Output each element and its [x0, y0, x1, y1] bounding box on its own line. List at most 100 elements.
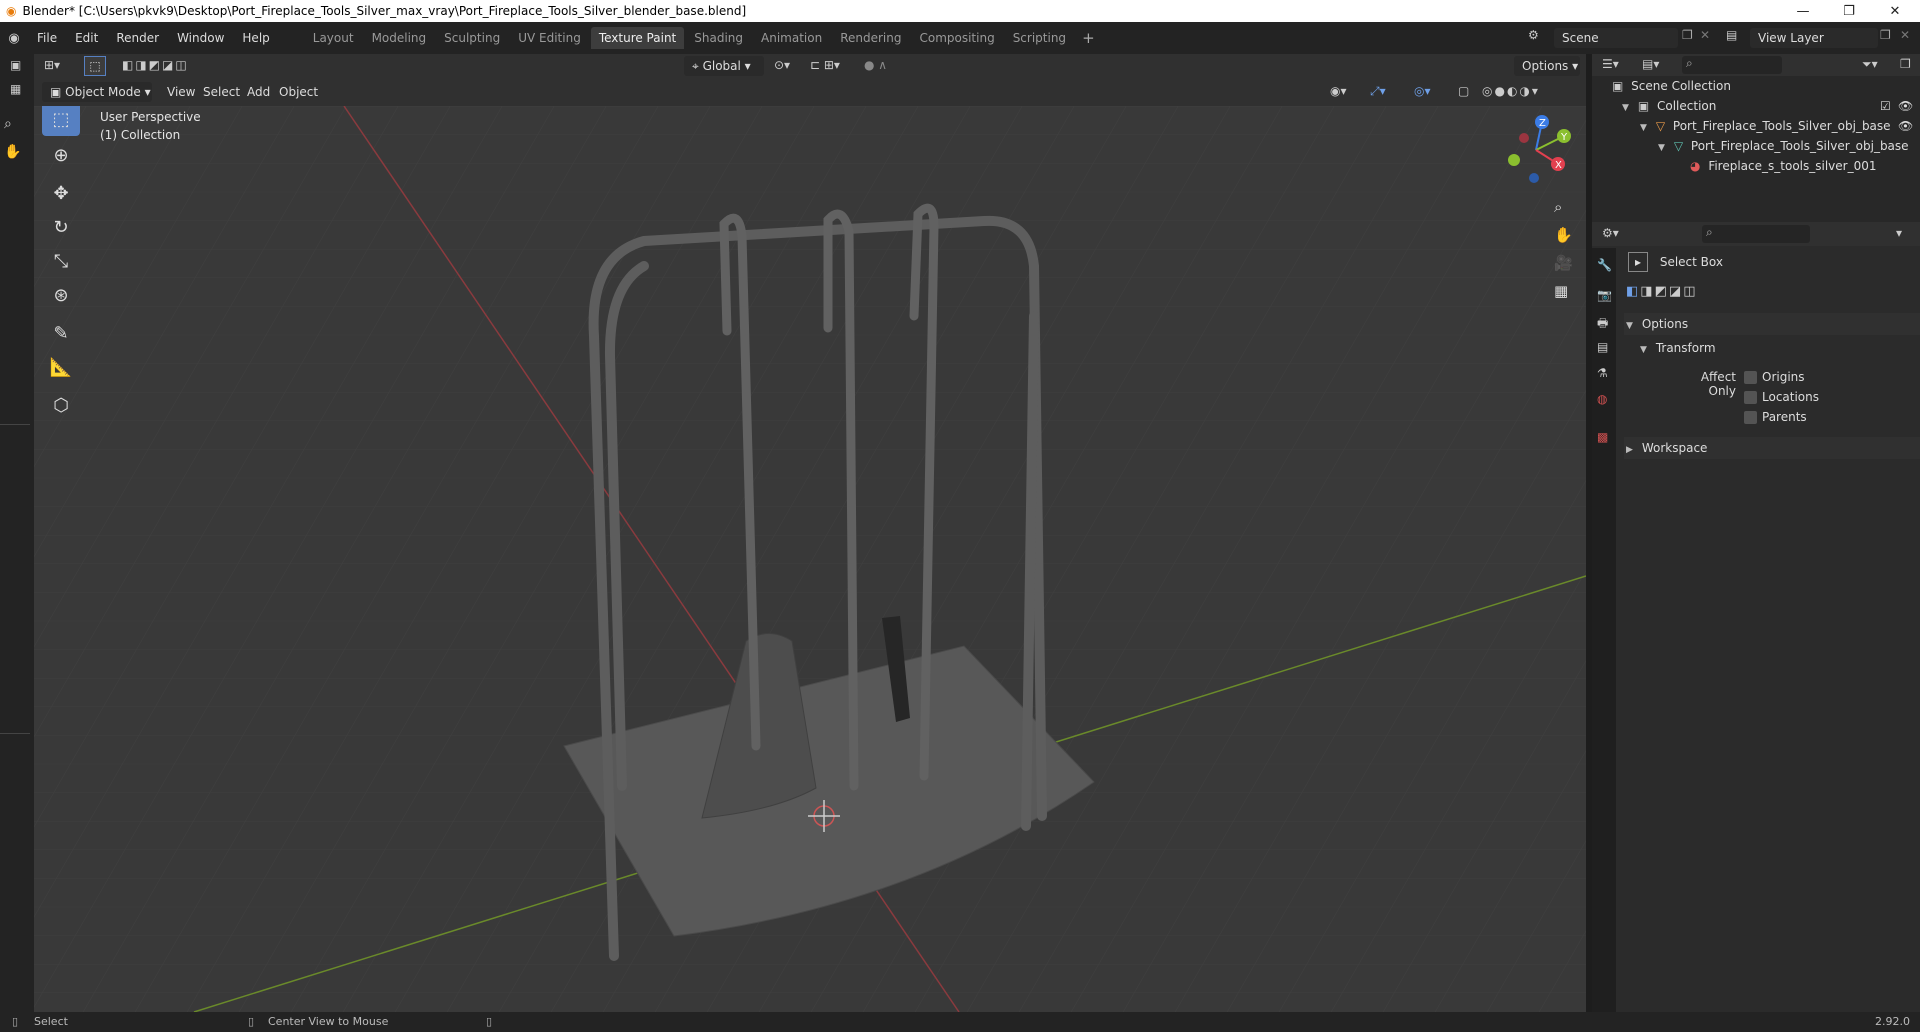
- tab-rendering[interactable]: Rendering: [832, 27, 909, 49]
- zoom-view-icon[interactable]: ⌕: [1554, 198, 1562, 216]
- visibility-icon[interactable]: ◉▾: [1330, 84, 1347, 98]
- annotate-tool[interactable]: ✎: [42, 316, 80, 350]
- view-layer-tab-icon[interactable]: ▤: [1597, 340, 1608, 354]
- tool-tab-icon[interactable]: 🔧: [1597, 258, 1612, 272]
- maximize-button[interactable]: ❐: [1826, 0, 1872, 22]
- snap-icon[interactable]: ⊏ ⊞▾: [810, 58, 840, 72]
- mode-set-icon[interactable]: ◧: [1626, 284, 1640, 299]
- visibility-eye-icon[interactable]: 👁: [1898, 116, 1913, 136]
- camera-view-icon[interactable]: 🎥: [1554, 254, 1573, 272]
- grid-icon[interactable]: ▦: [10, 82, 21, 96]
- transform-tool[interactable]: ⊛: [42, 278, 80, 312]
- filter-icon[interactable]: ⏷▾: [1862, 57, 1878, 72]
- new-view-layer-icon[interactable]: ❐: [1880, 28, 1891, 42]
- include-checkbox-icon[interactable]: ☑: [1880, 96, 1891, 116]
- new-scene-icon[interactable]: ❐: [1682, 28, 1693, 42]
- proportional-edit-icon[interactable]: ● ∧: [864, 58, 887, 72]
- minimize-button[interactable]: —: [1780, 0, 1826, 22]
- zoom-icon[interactable]: ⌕: [4, 116, 12, 132]
- move-tool[interactable]: ✥: [42, 176, 80, 210]
- shading-modes-icon[interactable]: ◎●◐◑▾: [1482, 84, 1540, 98]
- outliner-row-object[interactable]: ▼ ▽ Port_Fireplace_Tools_Silver_obj_base…: [1592, 116, 1920, 136]
- tab-scripting[interactable]: Scripting: [1005, 27, 1074, 49]
- properties-search-icon[interactable]: ⌕: [1702, 225, 1810, 243]
- menu-help[interactable]: Help: [233, 27, 278, 49]
- xray-icon[interactable]: ▢: [1458, 84, 1469, 98]
- menu-render[interactable]: Render: [107, 27, 168, 49]
- origins-checkbox[interactable]: [1744, 371, 1757, 384]
- tab-animation[interactable]: Animation: [753, 27, 830, 49]
- view-layer-icon[interactable]: ▤: [1726, 28, 1737, 42]
- new-collection-icon[interactable]: ❐: [1900, 57, 1911, 71]
- view-layer-selector[interactable]: View Layer: [1750, 28, 1878, 48]
- blender-menu-icon[interactable]: ◉: [0, 31, 28, 46]
- scene-tab-icon[interactable]: ⚗: [1597, 366, 1608, 380]
- menu-edit[interactable]: Edit: [66, 27, 107, 49]
- tab-compositing[interactable]: Compositing: [911, 27, 1002, 49]
- select-box-mode-icon[interactable]: ⬚: [84, 56, 106, 76]
- tab-sculpting[interactable]: Sculpting: [436, 27, 508, 49]
- locations-checkbox[interactable]: [1744, 391, 1757, 404]
- render-tab-icon[interactable]: 📷: [1597, 288, 1612, 302]
- visibility-eye-icon[interactable]: 👁: [1898, 96, 1913, 116]
- output-tab-icon[interactable]: 🖶: [1597, 314, 1608, 335]
- world-tab-icon[interactable]: ◍: [1597, 392, 1607, 406]
- properties-type-icon[interactable]: ⚙▾: [1602, 226, 1619, 240]
- select-box-tool[interactable]: ⬚: [42, 106, 80, 136]
- vp-menu-object[interactable]: Object: [270, 81, 327, 103]
- tool-mode-buttons[interactable]: ◧◨◩◪◫: [1626, 284, 1697, 299]
- menu-file[interactable]: File: [28, 27, 66, 49]
- close-button[interactable]: ✕: [1872, 0, 1918, 22]
- add-cube-tool[interactable]: ⬡: [42, 388, 80, 422]
- mode-dropdown[interactable]: ▣ Object Mode ▾: [42, 82, 152, 102]
- outliner-display-icon[interactable]: ▤▾: [1642, 57, 1659, 71]
- selection-modes-icon[interactable]: ◧◨◩◪◫: [122, 58, 189, 72]
- delete-scene-icon[interactable]: ✕: [1700, 28, 1710, 42]
- options-dropdown[interactable]: Options ▾: [1514, 56, 1580, 76]
- rotate-tool[interactable]: ↻: [42, 210, 80, 244]
- mode-extend-icon[interactable]: ◨: [1640, 284, 1654, 299]
- tab-modeling[interactable]: Modeling: [364, 27, 435, 49]
- tab-layout[interactable]: Layout: [305, 27, 362, 49]
- cursor-tool[interactable]: ⊕: [42, 138, 80, 172]
- measure-tool[interactable]: 📐: [42, 350, 80, 384]
- outliner-type-icon[interactable]: ☰▾: [1602, 57, 1619, 71]
- orientation-dropdown[interactable]: ⌖ Global ▾: [684, 56, 764, 76]
- outliner-row-mesh[interactable]: ▼ ▽ Port_Fireplace_Tools_Silver_obj_base: [1592, 136, 1920, 156]
- pan-view-icon[interactable]: ✋: [1554, 226, 1573, 244]
- outliner-search-icon[interactable]: ⌕: [1682, 56, 1782, 74]
- ortho-toggle-icon[interactable]: ▦: [1554, 282, 1568, 300]
- menu-window[interactable]: Window: [168, 27, 233, 49]
- workspace-panel-header[interactable]: ▶ Workspace: [1624, 437, 1920, 459]
- parents-checkbox[interactable]: [1744, 411, 1757, 424]
- delete-view-layer-icon[interactable]: ✕: [1900, 28, 1910, 42]
- options-panel-header[interactable]: ▼ Options: [1624, 313, 1920, 335]
- tab-shading[interactable]: Shading: [686, 27, 751, 49]
- navigation-gizmo[interactable]: Z Y X: [1496, 110, 1576, 190]
- tab-uv-editing[interactable]: UV Editing: [510, 27, 589, 49]
- add-workspace-icon[interactable]: +: [1082, 29, 1095, 47]
- mode-subtract-icon[interactable]: ◩: [1655, 284, 1669, 299]
- mode-intersect-icon[interactable]: ◫: [1683, 284, 1697, 299]
- scene-selector[interactable]: Scene: [1554, 28, 1678, 48]
- outliner-row-collection[interactable]: ▼ ▣ Collection ☑ 👁: [1592, 96, 1920, 116]
- texture-tab-icon[interactable]: ▩: [1597, 430, 1608, 444]
- expand-icon[interactable]: ▼: [1640, 118, 1652, 138]
- expand-icon[interactable]: ▼: [1658, 138, 1670, 156]
- pivot-icon[interactable]: ⊙▾: [774, 58, 790, 72]
- outliner-row-material[interactable]: ◕ Fireplace_s_tools_silver_001: [1592, 156, 1920, 176]
- properties-options-icon[interactable]: ▾: [1896, 226, 1902, 240]
- mode-invert-icon[interactable]: ◪: [1669, 284, 1683, 299]
- expand-icon[interactable]: ▼: [1622, 98, 1634, 118]
- scene-icon[interactable]: ⚙: [1528, 28, 1539, 42]
- 3d-viewport[interactable]: ⬚ ⊕ ✥ ↻ ⤡ ⊛ ✎ 📐 ⬡ User Perspective (1) C…: [34, 106, 1586, 1012]
- tab-texture-paint[interactable]: Texture Paint: [590, 27, 685, 49]
- transform-subpanel-header[interactable]: ▼ Transform: [1624, 337, 1920, 359]
- scale-tool[interactable]: ⤡: [42, 244, 80, 278]
- hand-icon[interactable]: ✋: [4, 144, 21, 160]
- overlays-icon[interactable]: ◎▾: [1414, 84, 1431, 98]
- outliner-row-scene-collection[interactable]: ▣ Scene Collection: [1592, 76, 1920, 96]
- editor-type-dropdown-icon[interactable]: ⊞▾: [44, 58, 60, 72]
- editor-type-icon[interactable]: ▣: [10, 58, 21, 72]
- gizmo-icon[interactable]: ⤢▾: [1370, 84, 1386, 99]
